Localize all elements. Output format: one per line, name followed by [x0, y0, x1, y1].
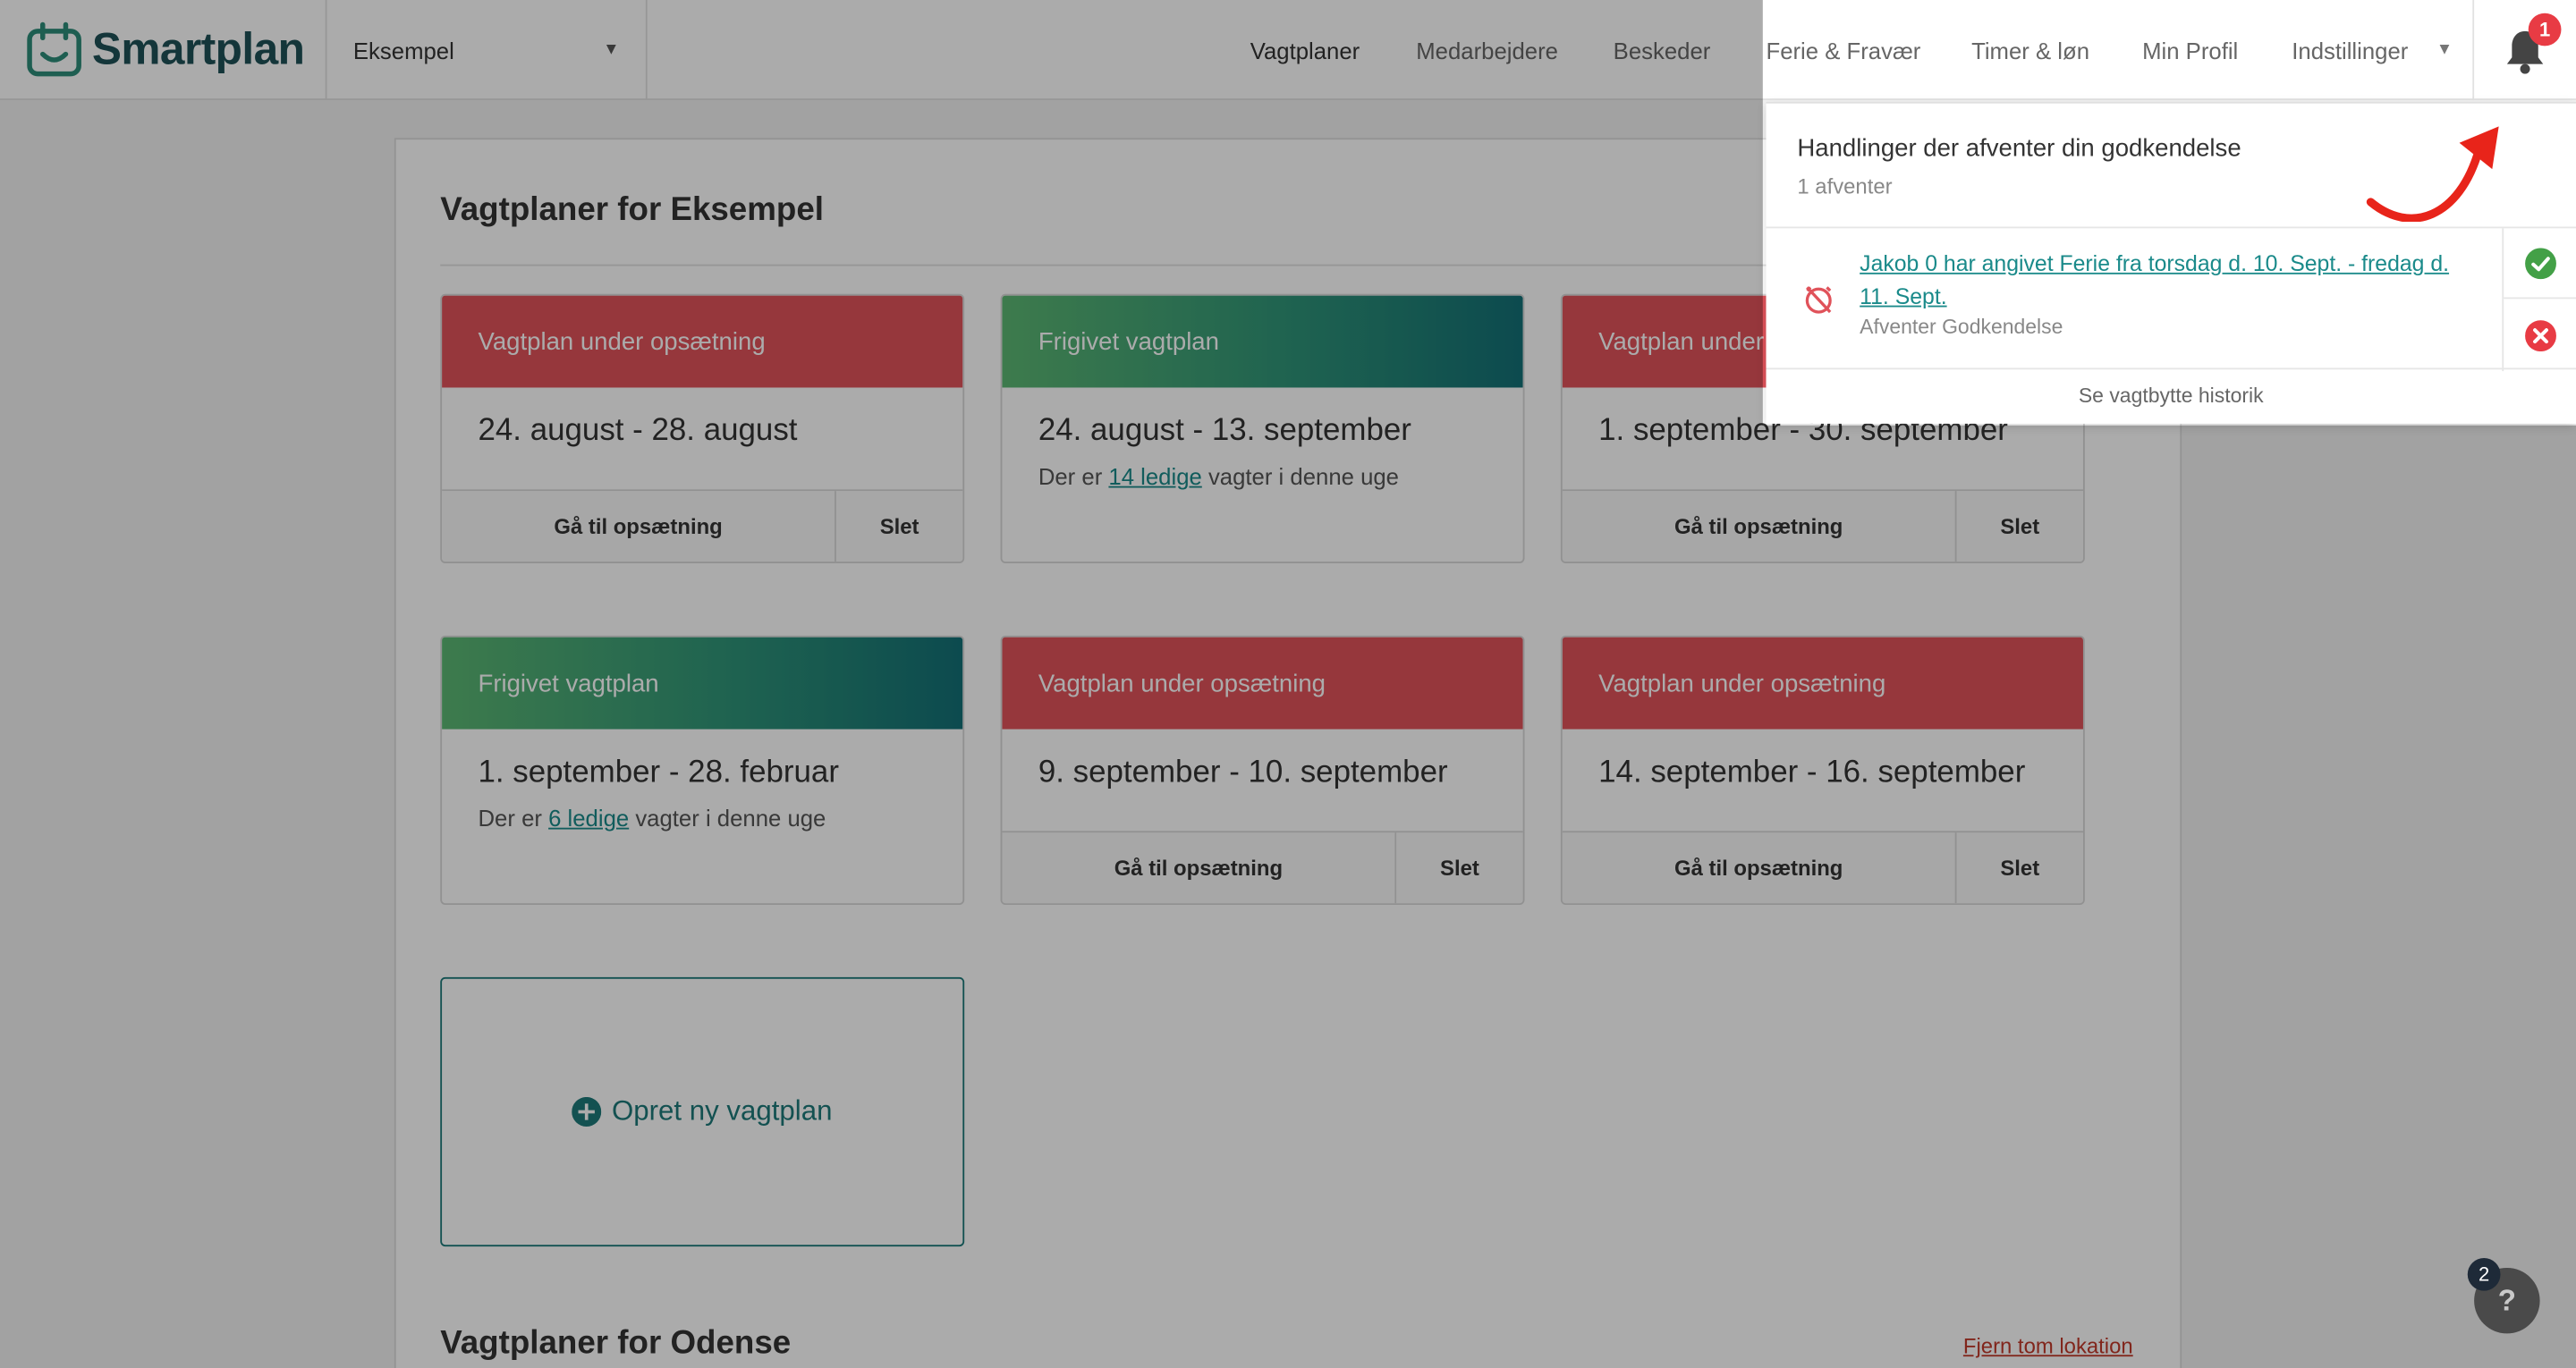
- nav-ferie-fravaer[interactable]: Ferie & Fravær: [1766, 37, 1920, 63]
- no-alarm-icon: [1805, 286, 1832, 314]
- reject-button[interactable]: [2504, 299, 2576, 371]
- notification-count-badge: 1: [2528, 13, 2562, 46]
- dropdown-title: Handlinger der afventer din godkendelse: [1797, 134, 2241, 163]
- nav-min-profil[interactable]: Min Profil: [2142, 37, 2238, 63]
- red-arrow-annotation: [2366, 126, 2499, 222]
- shift-swap-history-link[interactable]: Se vagtbytte historik: [1766, 384, 2576, 408]
- approve-button[interactable]: [2504, 228, 2576, 300]
- close-circle-icon: [2525, 319, 2556, 351]
- question-icon: ?: [2497, 1283, 2516, 1317]
- nav-timer-loen[interactable]: Timer & løn: [1971, 37, 2089, 63]
- app-window: Smartplan Eksempel ▼ Vagtplaner Medarbej…: [0, 0, 2576, 1368]
- approval-status: Afventer Godkendelse: [1860, 315, 2063, 339]
- notifications-button[interactable]: [2472, 0, 2576, 101]
- check-circle-icon: [2525, 247, 2556, 279]
- notifications-dropdown: Handlinger der afventer din godkendelse …: [1766, 101, 2576, 424]
- help-badge: 2: [2467, 1257, 2501, 1291]
- approval-request-link[interactable]: Jakob 0 har angivet Ferie fra torsdag d.…: [1860, 248, 2480, 313]
- pending-count: 1 afventer: [1797, 173, 1893, 199]
- nav-indstillinger[interactable]: Indstillinger: [2292, 37, 2408, 63]
- caret-down-icon: ▼: [2436, 40, 2453, 60]
- approval-item: Jakob 0 har angivet Ferie fra torsdag d.…: [1766, 226, 2576, 372]
